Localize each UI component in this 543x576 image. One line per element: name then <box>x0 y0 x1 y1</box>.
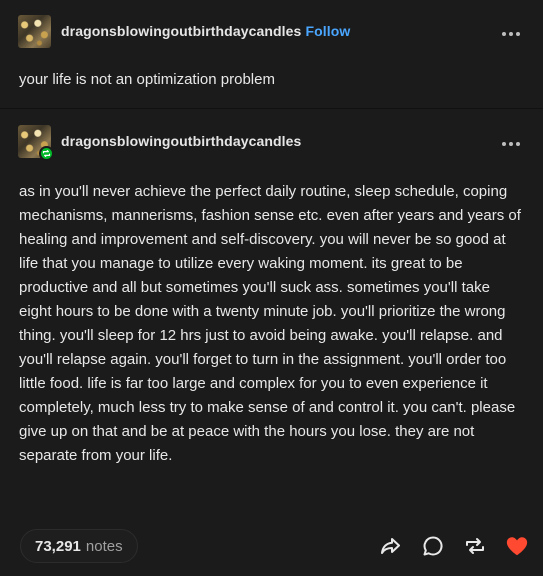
op-more-icon[interactable] <box>501 26 521 37</box>
reblog-icon[interactable] <box>463 534 487 558</box>
reblog-text: as in you'll never achieve the perfect d… <box>19 183 521 464</box>
op-header: dragonsblowingoutbirthdaycandles Follow <box>0 11 543 51</box>
post-footer: 73,291 notes <box>0 522 543 570</box>
divider <box>0 108 543 109</box>
heart-icon[interactable] <box>505 534 529 558</box>
tumblr-post: dragonsblowingoutbirthdaycandles Follow y… <box>0 0 543 576</box>
follow-button[interactable]: Follow <box>305 23 350 39</box>
share-icon[interactable] <box>379 534 403 558</box>
op-avatar[interactable] <box>18 14 51 48</box>
reply-icon[interactable] <box>421 534 445 558</box>
notes-count: 73,291 <box>35 537 81 555</box>
reblog-badge-icon <box>39 146 54 161</box>
reblog-header: dragonsblowingoutbirthdaycandles <box>0 121 543 161</box>
op-text: your life is not an optimization problem <box>19 71 275 88</box>
reblog-more-icon[interactable] <box>501 136 521 147</box>
post-actions <box>379 534 529 558</box>
notes-button[interactable]: 73,291 notes <box>20 529 138 563</box>
notes-label: notes <box>85 537 123 555</box>
op-username[interactable]: dragonsblowingoutbirthdaycandles <box>61 23 301 39</box>
op-username-row: dragonsblowingoutbirthdaycandles Follow <box>61 23 350 39</box>
reblog-username[interactable]: dragonsblowingoutbirthdaycandles <box>61 133 301 149</box>
